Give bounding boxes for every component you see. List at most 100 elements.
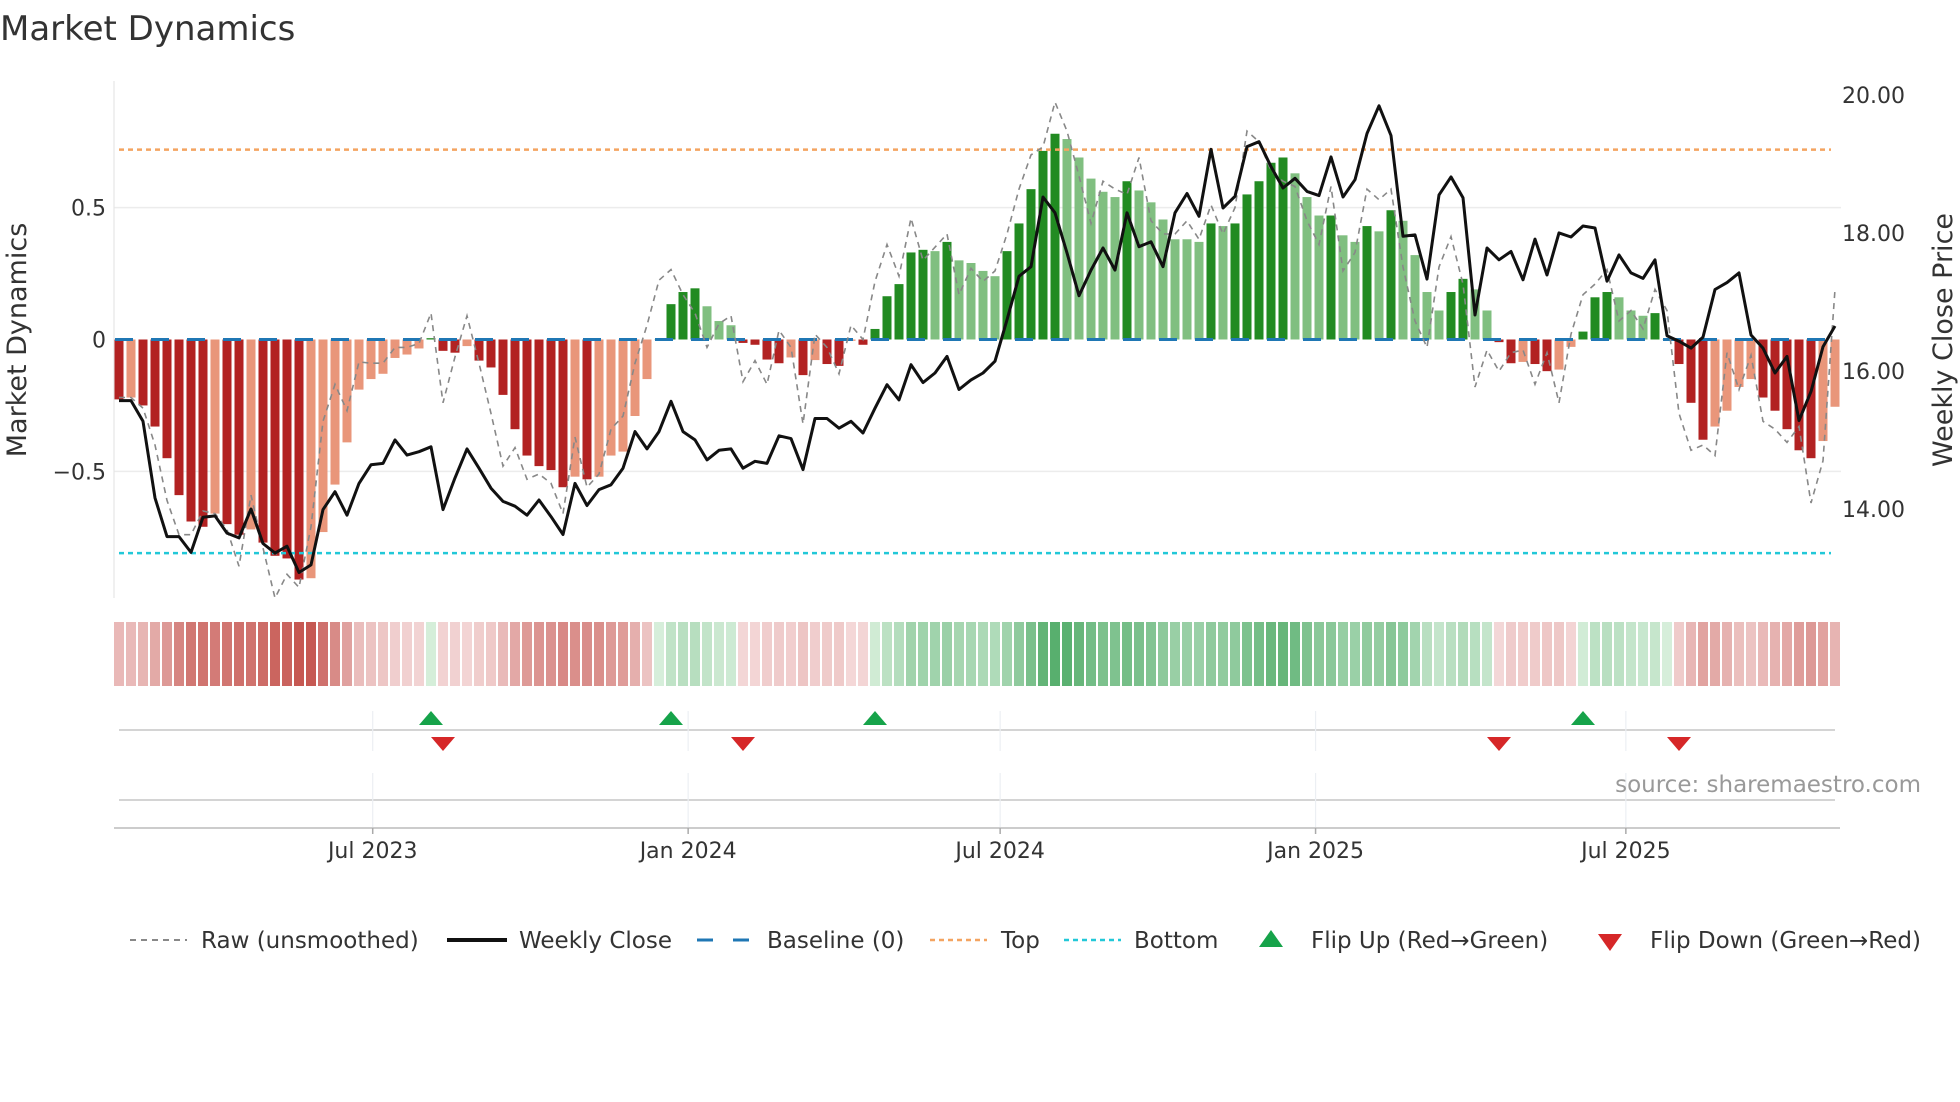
momentum-bar: [522, 339, 532, 456]
strip-cell: [1026, 622, 1036, 686]
momentum-bar: [1782, 339, 1792, 430]
strip-cell: [1734, 622, 1744, 686]
flip-up-marker: [1571, 711, 1595, 725]
momentum-bar: [282, 339, 292, 559]
strip-cell: [1530, 622, 1540, 686]
strip-cell: [534, 622, 544, 686]
strip-cell: [1758, 622, 1768, 686]
strip-cell: [234, 622, 244, 686]
momentum-bar: [594, 339, 604, 477]
strip-cell: [330, 622, 340, 686]
momentum-bar: [186, 339, 196, 522]
strip-cell: [1242, 622, 1252, 686]
strip-cell: [1518, 622, 1528, 686]
strip-cell: [246, 622, 256, 686]
momentum-bar: [390, 339, 400, 358]
momentum-bar: [1578, 331, 1588, 340]
regime-strip: [114, 622, 1840, 686]
momentum-bar: [126, 339, 136, 398]
y-tick-label: 0.5: [71, 197, 106, 222]
momentum-bar: [750, 339, 760, 345]
momentum-bar: [942, 241, 952, 340]
y-axis-left-label: Market Dynamics: [2, 223, 33, 458]
momentum-bar: [1218, 226, 1228, 340]
strip-cell: [294, 622, 304, 686]
strip-cell: [846, 622, 856, 686]
strip-cell: [822, 622, 832, 686]
strip-cell: [702, 622, 712, 686]
momentum-bar: [246, 339, 256, 530]
strip-cell: [162, 622, 172, 686]
strip-cell: [990, 622, 1000, 686]
strip-cell: [306, 622, 316, 686]
momentum-bar: [258, 339, 268, 543]
source-label: source: sharemaestro.com: [1615, 772, 1921, 798]
momentum-bar: [1746, 339, 1756, 380]
x-tick-label: Jul 2023: [326, 839, 418, 864]
momentum-bar: [1098, 191, 1108, 340]
strip-cell: [318, 622, 328, 686]
momentum-bar: [138, 339, 148, 406]
legend-flip-down-icon: [1598, 934, 1622, 951]
strip-cell: [450, 622, 460, 686]
momentum-bars: [114, 133, 1840, 580]
strip-cell: [666, 622, 676, 686]
strip-cell: [1614, 622, 1624, 686]
momentum-bar: [1374, 231, 1384, 340]
x-tick-label: Jul 2025: [1579, 839, 1671, 864]
strip-cell: [1350, 622, 1360, 686]
strip-cell: [138, 622, 148, 686]
momentum-bar: [366, 339, 376, 380]
momentum-bar: [162, 339, 172, 459]
momentum-bar: [1194, 241, 1204, 340]
momentum-bar: [114, 339, 124, 400]
strip-cell: [198, 622, 208, 686]
momentum-bar: [1290, 173, 1300, 340]
strip-cell: [1302, 622, 1312, 686]
strip-cell: [1650, 622, 1660, 686]
strip-cell: [474, 622, 484, 686]
momentum-bar: [1170, 239, 1180, 340]
momentum-bar: [1386, 210, 1396, 340]
strip-cell: [798, 622, 808, 686]
legend-flip-up-icon: [1259, 930, 1283, 947]
momentum-bar: [210, 339, 220, 514]
strip-cell: [1434, 622, 1444, 686]
strip-cell: [1182, 622, 1192, 686]
momentum-bar: [702, 306, 712, 340]
legend-bottom-label: Bottom: [1134, 928, 1218, 954]
momentum-bar: [1230, 223, 1240, 340]
strip-cell: [1206, 622, 1216, 686]
strip-cell: [414, 622, 424, 686]
momentum-bar: [1434, 310, 1444, 340]
strip-cell: [1830, 622, 1840, 686]
strip-cell: [1722, 622, 1732, 686]
strip-cell: [678, 622, 688, 686]
momentum-bar: [150, 339, 160, 427]
strip-cell: [642, 622, 652, 686]
momentum-bar: [306, 339, 316, 579]
momentum-bar: [1446, 292, 1456, 340]
strip-cell: [1590, 622, 1600, 686]
momentum-bar: [486, 339, 496, 368]
market-dynamics-chart: Market Dynamics 0.5 0 −0.5 20.00 18.00 16.00…: [0, 9, 1959, 954]
strip-cell: [1698, 622, 1708, 686]
strip-cell: [894, 622, 904, 686]
strip-cell: [750, 622, 760, 686]
momentum-bar: [1314, 215, 1324, 340]
strip-cell: [918, 622, 928, 686]
momentum-bar: [810, 339, 820, 361]
strip-cell: [810, 622, 820, 686]
strip-cell: [378, 622, 388, 686]
strip-cell: [1194, 622, 1204, 686]
strip-cell: [366, 622, 376, 686]
strip-cell: [1482, 622, 1492, 686]
strip-cell: [1602, 622, 1612, 686]
strip-cell: [1074, 622, 1084, 686]
strip-cell: [942, 622, 952, 686]
strip-cell: [486, 622, 496, 686]
strip-cell: [1122, 622, 1132, 686]
y-axis-right-label: Weekly Close Price: [1928, 213, 1959, 467]
flip-down-marker: [731, 737, 755, 751]
strip-cell: [438, 622, 448, 686]
